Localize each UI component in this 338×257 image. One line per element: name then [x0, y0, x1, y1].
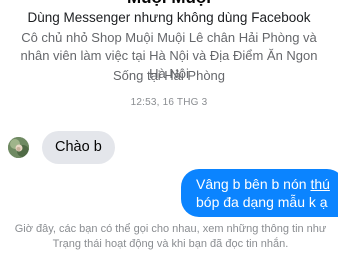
avatar-photo-icon [8, 137, 29, 158]
profile-name: Muội Muội [0, 0, 338, 8]
message-timestamp: 12:53, 16 THG 3 [130, 97, 208, 108]
profile-subtitle: Dùng Messenger nhưng không dùng Facebook [27, 10, 311, 25]
outgoing-message-underlined-word: thú [310, 176, 330, 192]
profile-location: Sống tại Hải Phòng [112, 68, 226, 83]
privacy-notice: Giờ đây, các bạn có thể gọi cho nhau, xe… [14, 223, 327, 250]
outgoing-message-bubble[interactable]: Vâng b bên b nón thú bóp đa dạng mẫu k ạ [181, 169, 338, 217]
outgoing-message-text-start: Vâng b bên b nón [196, 176, 311, 192]
contact-avatar[interactable] [8, 137, 29, 158]
outgoing-message-text-end: bóp đa dạng mẫu k ạ [196, 194, 328, 210]
messenger-conversation-screen: Muội Muội Dùng Messenger nhưng không dùn… [0, 0, 338, 257]
incoming-message-bubble[interactable]: Chào b [42, 131, 115, 164]
